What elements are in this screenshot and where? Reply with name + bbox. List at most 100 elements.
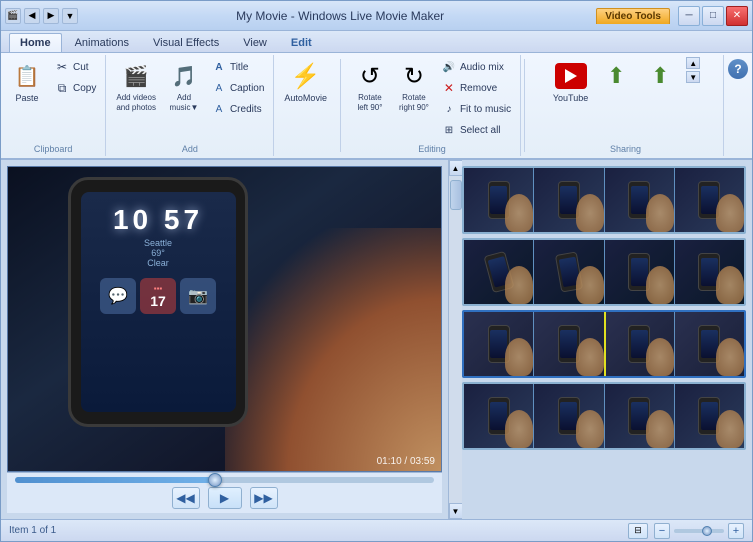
- hand-mini-11: [646, 338, 674, 376]
- audio-mix-button[interactable]: 🔊 Audio mix: [438, 57, 514, 77]
- select-all-icon: ⊞: [441, 122, 457, 138]
- hand-mini-6: [576, 266, 604, 304]
- close-button[interactable]: ✕: [726, 6, 748, 26]
- hand-mini-1: [505, 194, 533, 232]
- copy-icon: ⧉: [54, 80, 70, 96]
- caption-icon: A: [211, 80, 227, 96]
- story-frame-3-1: [464, 312, 534, 376]
- seek-bar[interactable]: [15, 477, 434, 483]
- fit-music-icon: ♪: [441, 101, 457, 117]
- audio-mix-label: Audio mix: [460, 62, 504, 73]
- quick-access-back[interactable]: ◀: [24, 8, 40, 24]
- maximize-button[interactable]: □: [702, 6, 724, 26]
- credits-label: Credits: [230, 104, 262, 115]
- video-screen: 10 57 Seattle 69° Clear 💬 ▪▪▪ 17 📷: [8, 167, 441, 471]
- zoom-in-button[interactable]: +: [728, 523, 744, 539]
- rotate-right-button[interactable]: ↻ Rotateright 90°: [394, 57, 434, 115]
- play-button[interactable]: ▶: [208, 487, 242, 509]
- main-content: 10 57 Seattle 69° Clear 💬 ▪▪▪ 17 📷: [1, 160, 752, 519]
- status-right: ⊟ − +: [628, 523, 744, 539]
- add-videos-button[interactable]: 🎬 Add videosand photos: [112, 57, 160, 115]
- copy-label: Copy: [73, 83, 96, 94]
- cut-line: [604, 312, 606, 376]
- rotate-left-button[interactable]: ↺ Rotateleft 90°: [350, 57, 390, 115]
- automovie-button[interactable]: ⚡ AutoMovie: [280, 57, 331, 107]
- rewind-button[interactable]: ◀◀: [172, 487, 200, 509]
- scroll-down-button[interactable]: ▼: [449, 503, 463, 519]
- quick-access-forward[interactable]: ▶: [43, 8, 59, 24]
- fit-music-label: Fit to music: [460, 104, 511, 115]
- share-button-1[interactable]: ⬆: [596, 57, 636, 95]
- ribbon: 📋 Paste ✂ Cut ⧉ Copy Clipboard: [1, 53, 752, 160]
- audio-mix-icon: 🔊: [441, 59, 457, 75]
- ribbon-tabs: Home Animations Visual Effects View Edit: [1, 31, 752, 53]
- fast-forward-button[interactable]: ▶▶: [250, 487, 278, 509]
- phone-display: 10 57 Seattle 69° Clear 💬 ▪▪▪ 17 📷: [68, 177, 248, 427]
- status-bar: Item 1 of 1 ⊟ − +: [1, 519, 752, 541]
- story-frame-2-2: [534, 240, 604, 304]
- sharing-scroll-down[interactable]: ▼: [686, 71, 700, 83]
- cut-button[interactable]: ✂ Cut: [51, 57, 99, 77]
- caption-button[interactable]: A Caption: [208, 78, 267, 98]
- scroll-thumb[interactable]: [450, 180, 462, 210]
- ribbon-group-editing: ↺ Rotateleft 90° ↻ Rotateright 90° 🔊 Aud…: [344, 55, 521, 156]
- rotate-right-icon: ↻: [398, 60, 430, 92]
- minimize-button[interactable]: ─: [678, 6, 700, 26]
- automovie-content: ⚡ AutoMovie: [280, 57, 331, 154]
- zoom-out-button[interactable]: −: [654, 523, 670, 539]
- add-videos-icon: 🎬: [120, 60, 152, 92]
- rotate-right-label: Rotateright 90°: [399, 93, 429, 112]
- story-frame-3-3: [605, 312, 675, 376]
- separator-2: [524, 59, 525, 152]
- titlebar-icons: 🎬 ◀ ▶ ▼: [5, 8, 78, 24]
- view-storyboard-button[interactable]: ⊟: [628, 523, 648, 539]
- tab-animations[interactable]: Animations: [64, 33, 140, 52]
- editing-label: Editing: [344, 144, 520, 154]
- cut-label: Cut: [73, 62, 89, 73]
- remove-button[interactable]: ✕ Remove: [438, 78, 514, 98]
- quick-access-more[interactable]: ▼: [62, 8, 78, 24]
- youtube-button[interactable]: YouTube: [549, 57, 592, 107]
- add-music-button[interactable]: 🎵 Addmusic▼: [164, 57, 204, 115]
- sharing-scroll-up[interactable]: ▲: [686, 57, 700, 69]
- fit-to-music-button[interactable]: ♪ Fit to music: [438, 99, 514, 119]
- video-tools-badge: Video Tools: [596, 8, 670, 24]
- paste-button[interactable]: 📋 Paste: [7, 57, 47, 107]
- zoom-slider[interactable]: [674, 529, 724, 533]
- share-button-2[interactable]: ⬆: [640, 57, 680, 95]
- hand-mini-10: [576, 338, 604, 376]
- scroll-up-button[interactable]: ▲: [449, 160, 463, 176]
- help-button[interactable]: ?: [728, 59, 748, 79]
- automovie-label: AutoMovie: [284, 93, 327, 104]
- story-strip-1[interactable]: [462, 166, 746, 234]
- copy-button[interactable]: ⧉ Copy: [51, 78, 99, 98]
- hand-mini-15: [646, 410, 674, 448]
- story-frame-4-2: [534, 384, 604, 448]
- tab-view[interactable]: View: [232, 33, 278, 52]
- hand-mini-2: [576, 194, 604, 232]
- hand-mini-8: [716, 266, 744, 304]
- story-strip-3[interactable]: [462, 310, 746, 378]
- tab-home[interactable]: Home: [9, 33, 62, 52]
- add-content: 🎬 Add videosand photos 🎵 Addmusic▼ A Tit…: [112, 57, 267, 154]
- title-icon: A: [211, 59, 227, 75]
- story-strip-4[interactable]: [462, 382, 746, 450]
- cut-icon: ✂: [54, 59, 70, 75]
- separator-1: [340, 59, 341, 152]
- title-button[interactable]: A Title: [208, 57, 267, 77]
- caption-label: Caption: [230, 83, 264, 94]
- main-scrollbar: ▲ ▼: [448, 160, 462, 519]
- phone-time: 10 57: [113, 204, 203, 236]
- story-strip-2[interactable]: [462, 238, 746, 306]
- story-frame-1-3: [605, 168, 675, 232]
- share-icon-1: ⬆: [600, 60, 632, 92]
- credits-button[interactable]: A Credits: [208, 99, 267, 119]
- hand-mini-12: [716, 338, 744, 376]
- select-all-button[interactable]: ⊞ Select all: [438, 120, 514, 140]
- tab-edit[interactable]: Edit: [280, 33, 323, 52]
- paste-label: Paste: [15, 93, 38, 104]
- control-buttons: ◀◀ ▶ ▶▶: [172, 487, 278, 509]
- story-frame-4-3: [605, 384, 675, 448]
- window-controls: ─ □ ✕: [678, 6, 748, 26]
- tab-visual-effects[interactable]: Visual Effects: [142, 33, 230, 52]
